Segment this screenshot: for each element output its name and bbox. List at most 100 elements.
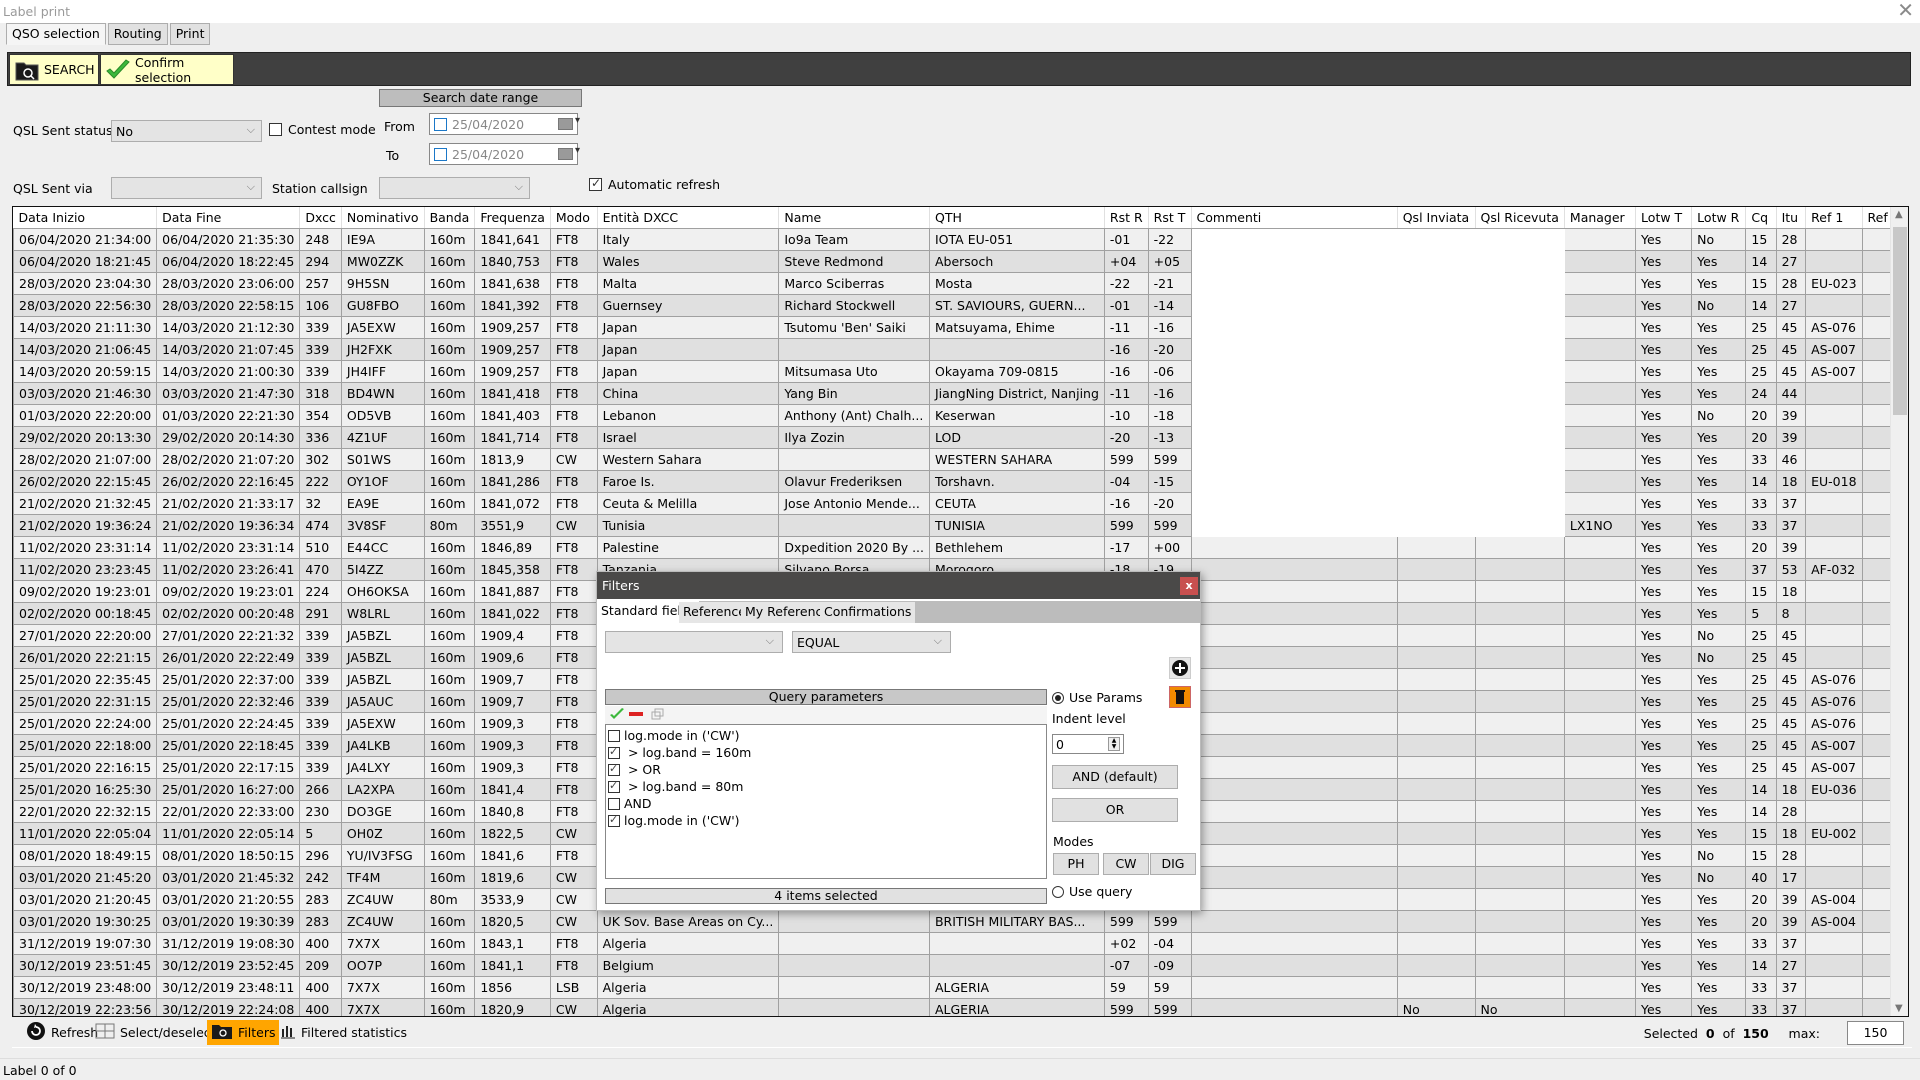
max-input[interactable]: 150: [1847, 1021, 1904, 1045]
query-item[interactable]: AND: [608, 795, 652, 812]
use-params-radio-dot[interactable]: [1052, 691, 1064, 704]
scroll-down-icon[interactable]: ▼: [1895, 1003, 1903, 1014]
add-filter-button[interactable]: [1169, 657, 1191, 679]
table-row[interactable]: 30/12/2019 22:23:56 30/12/2019 22:24:08 40…: [13, 997, 1908, 1016]
scrollbar-thumb[interactable]: [1893, 227, 1907, 415]
dialog-title-bar[interactable]: Filters: [597, 572, 1200, 599]
table-row[interactable]: 28/03/2020 22:56:30 28/03/2020 22:58:15 10…: [13, 293, 1908, 317]
station-callsign-select[interactable]: ⌵: [379, 177, 530, 199]
column-header[interactable]: Name: [778, 207, 930, 229]
stepper-arrows-icon[interactable]: ▲ ▼: [1108, 737, 1120, 751]
column-header[interactable]: Data Inizio: [13, 207, 158, 229]
calendar-icon[interactable]: [558, 115, 580, 130]
use-query-radio[interactable]: Use query: [1052, 884, 1132, 899]
column-header[interactable]: Lotw T: [1635, 207, 1693, 229]
from-date-checkbox[interactable]: [434, 118, 447, 131]
qsl-sent-via-select[interactable]: ⌵: [111, 177, 262, 199]
table-row[interactable]: 30/12/2019 23:51:45 30/12/2019 23:52:45 20…: [13, 953, 1908, 977]
table-row[interactable]: 14/03/2020 21:11:30 14/03/2020 21:12:30 33…: [13, 315, 1908, 339]
vertical-scrollbar[interactable]: ▲ ▼: [1890, 207, 1908, 1016]
table-row[interactable]: 28/03/2020 23:04:30 28/03/2020 23:06:00 25…: [13, 271, 1908, 295]
mode-cw-button[interactable]: CW: [1103, 853, 1149, 875]
column-header[interactable]: Cq: [1745, 207, 1777, 229]
filtered-statistics-button[interactable]: Filtered statistics: [276, 1020, 411, 1045]
tab-routing[interactable]: Routing: [107, 23, 168, 45]
query-item[interactable]: log.mode in ('CW'): [608, 812, 740, 829]
query-item[interactable]: > log.band = 160m: [608, 744, 751, 761]
close-window-icon[interactable]: ✕: [1897, 0, 1914, 20]
query-item-checkbox[interactable]: [608, 745, 620, 759]
query-item[interactable]: log.mode in ('CW'): [608, 727, 740, 744]
table-row[interactable]: 06/04/2020 18:21:45 06/04/2020 18:22:45 29…: [13, 249, 1908, 273]
column-header[interactable]: Qsl Ricevuta: [1475, 207, 1565, 229]
column-header[interactable]: Ref 1: [1805, 207, 1863, 229]
check-all-icon[interactable]: [609, 707, 625, 724]
column-header[interactable]: Modo: [550, 207, 598, 229]
use-params-radio[interactable]: Use Params: [1052, 690, 1142, 705]
column-header[interactable]: Rst T: [1148, 207, 1192, 229]
filters-button[interactable]: Filters: [207, 1020, 280, 1045]
column-header[interactable]: Lotw R: [1691, 207, 1747, 229]
table-row[interactable]: 30/12/2019 23:48:00 30/12/2019 23:48:11 40…: [13, 975, 1908, 999]
column-header[interactable]: Nominativo: [341, 207, 425, 229]
query-item-checkbox[interactable]: [608, 779, 620, 793]
to-date-field[interactable]: 25/04/2020: [429, 143, 580, 165]
column-header[interactable]: Commenti: [1191, 207, 1398, 229]
table-row[interactable]: 06/04/2020 21:34:00 06/04/2020 21:35:30 24…: [13, 227, 1908, 251]
calendar-icon[interactable]: [558, 145, 580, 160]
table-row[interactable]: 01/03/2020 22:20:00 01/03/2020 22:21:30 35…: [13, 403, 1908, 427]
mode-dig-button[interactable]: DIG: [1150, 853, 1196, 875]
from-date-field[interactable]: 25/04/2020: [429, 113, 580, 135]
copy-icon[interactable]: [651, 708, 665, 723]
column-header[interactable]: Data Fine: [156, 207, 301, 229]
delete-filter-button[interactable]: [1169, 686, 1191, 708]
tab-print[interactable]: Print: [169, 23, 211, 45]
column-header[interactable]: Dxcc: [299, 207, 342, 229]
confirm-selection-button[interactable]: Confirm selection: [100, 54, 234, 85]
dialog-close-button[interactable]: x: [1180, 577, 1198, 595]
query-item-checkbox[interactable]: [608, 813, 620, 827]
mode-ph-button[interactable]: PH: [1053, 853, 1099, 875]
column-header[interactable]: Manager: [1564, 207, 1637, 229]
use-query-radio-dot[interactable]: [1052, 885, 1064, 898]
table-row[interactable]: 11/02/2020 23:31:14 11/02/2020 23:31:14 51…: [13, 535, 1908, 559]
scroll-up-icon[interactable]: ▲: [1895, 209, 1903, 220]
table-row[interactable]: 14/03/2020 20:59:15 14/03/2020 21:00:30 33…: [13, 359, 1908, 383]
and-default-button[interactable]: AND (default): [1052, 765, 1178, 789]
qsl-sent-status-select[interactable]: No ⌵: [111, 120, 262, 142]
table-row[interactable]: 03/01/2020 19:30:25 03/01/2020 19:30:39 28…: [13, 909, 1908, 933]
field-select[interactable]: ⌵: [605, 631, 783, 653]
query-item[interactable]: > log.band = 80m: [608, 778, 743, 795]
table-row[interactable]: 29/02/2020 20:13:30 29/02/2020 20:14:30 33…: [13, 425, 1908, 449]
table-row[interactable]: 31/12/2019 19:07:30 31/12/2019 19:08:30 40…: [13, 931, 1908, 955]
table-row[interactable]: 28/02/2020 21:07:00 28/02/2020 21:07:20 30…: [13, 447, 1908, 471]
query-item-checkbox[interactable]: [608, 797, 620, 810]
table-cell: [1563, 689, 1637, 713]
column-header[interactable]: Itu: [1776, 207, 1807, 229]
query-item-checkbox[interactable]: [608, 762, 620, 776]
tab-qso-selection[interactable]: QSO selection: [6, 23, 106, 45]
table-row[interactable]: 03/03/2020 21:46:30 03/03/2020 21:47:30 31…: [13, 381, 1908, 405]
column-header[interactable]: Rst R: [1104, 207, 1149, 229]
select-deselect-button[interactable]: Select/deselect: [91, 1020, 220, 1045]
query-item[interactable]: > OR: [608, 761, 661, 778]
remove-icon[interactable]: [629, 712, 643, 716]
table-row[interactable]: 26/02/2020 22:15:45 26/02/2020 22:16:45 22…: [13, 469, 1908, 493]
operator-select[interactable]: EQUAL ⌵: [792, 631, 951, 653]
search-button[interactable]: SEARCH: [9, 54, 99, 85]
or-button[interactable]: OR: [1052, 798, 1178, 822]
column-header[interactable]: Qsl Inviata: [1397, 207, 1476, 229]
table-row[interactable]: 21/02/2020 21:32:45 21/02/2020 21:33:17 32…: [13, 491, 1908, 515]
indent-level-stepper[interactable]: 0 ▲ ▼: [1052, 734, 1124, 754]
column-header[interactable]: Frequenza: [474, 207, 551, 229]
tab-confirmations[interactable]: Confirmations: [820, 602, 917, 623]
table-row[interactable]: 21/02/2020 19:36:24 21/02/2020 19:36:34 47…: [13, 513, 1908, 537]
table-row[interactable]: 14/03/2020 21:06:45 14/03/2020 21:07:45 33…: [13, 337, 1908, 361]
automatic-refresh-checkbox[interactable]: [589, 176, 602, 191]
query-item-checkbox[interactable]: [608, 729, 620, 742]
contest-mode-checkbox[interactable]: [269, 123, 282, 136]
to-date-checkbox[interactable]: [434, 148, 447, 161]
column-header[interactable]: Banda: [424, 207, 476, 229]
column-header[interactable]: Entità DXCC: [597, 207, 780, 229]
column-header[interactable]: QTH: [929, 207, 1105, 229]
